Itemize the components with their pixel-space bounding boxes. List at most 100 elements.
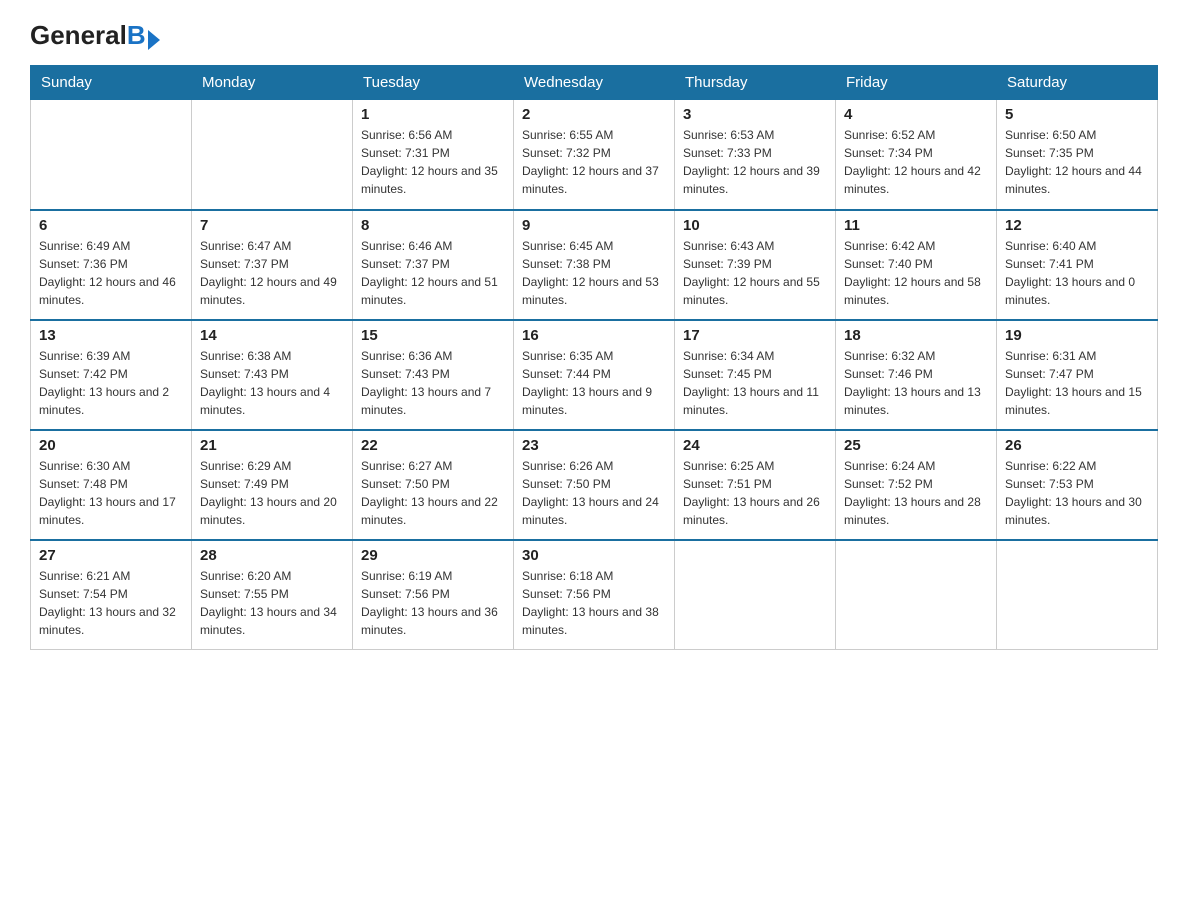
day-number: 23 (522, 437, 666, 454)
calendar-cell: 16 Sunrise: 6:35 AMSunset: 7:44 PMDayligh… (514, 320, 675, 430)
day-info: Sunrise: 6:55 AMSunset: 7:32 PMDaylight:… (522, 126, 666, 198)
day-number: 11 (844, 217, 988, 234)
day-info: Sunrise: 6:26 AMSunset: 7:50 PMDaylight:… (522, 457, 666, 529)
day-number: 15 (361, 327, 505, 344)
calendar-cell (836, 540, 997, 650)
calendar-week-row: 27 Sunrise: 6:21 AMSunset: 7:54 PMDayligh… (31, 540, 1158, 650)
day-number: 1 (361, 106, 505, 123)
calendar-cell: 13 Sunrise: 6:39 AMSunset: 7:42 PMDayligh… (31, 320, 192, 430)
day-number: 5 (1005, 106, 1149, 123)
day-number: 29 (361, 547, 505, 564)
day-number: 17 (683, 327, 827, 344)
calendar-header: Sunday Monday Tuesday Wednesday Thursday… (31, 66, 1158, 100)
day-info: Sunrise: 6:47 AMSunset: 7:37 PMDaylight:… (200, 237, 344, 309)
day-info: Sunrise: 6:27 AMSunset: 7:50 PMDaylight:… (361, 457, 505, 529)
calendar-week-row: 13 Sunrise: 6:39 AMSunset: 7:42 PMDayligh… (31, 320, 1158, 430)
day-info: Sunrise: 6:19 AMSunset: 7:56 PMDaylight:… (361, 567, 505, 639)
day-info: Sunrise: 6:38 AMSunset: 7:43 PMDaylight:… (200, 347, 344, 419)
calendar-cell (997, 540, 1158, 650)
day-number: 22 (361, 437, 505, 454)
calendar-cell: 4Sunrise: 6:52 AMSunset: 7:34 PMDaylight… (836, 100, 997, 210)
calendar-cell: 30Sunrise: 6:18 AMSunset: 7:56 PMDayligh… (514, 540, 675, 650)
day-number: 26 (1005, 437, 1149, 454)
day-number: 6 (39, 217, 183, 234)
col-tuesday: Tuesday (353, 66, 514, 100)
day-info: Sunrise: 6:49 AMSunset: 7:36 PMDaylight:… (39, 237, 183, 309)
day-number: 3 (683, 106, 827, 123)
calendar-cell: 6 Sunrise: 6:49 AMSunset: 7:36 PMDaylight… (31, 210, 192, 320)
day-info: Sunrise: 6:24 AMSunset: 7:52 PMDaylight:… (844, 457, 988, 529)
calendar-cell: 5 Sunrise: 6:50 AMSunset: 7:35 PMDaylight… (997, 100, 1158, 210)
calendar-cell: 11Sunrise: 6:42 AMSunset: 7:40 PMDayligh… (836, 210, 997, 320)
col-wednesday: Wednesday (514, 66, 675, 100)
page-header: GeneralB (30, 20, 1158, 47)
col-sunday: Sunday (31, 66, 192, 100)
day-number: 2 (522, 106, 666, 123)
calendar-cell: 7 Sunrise: 6:47 AMSunset: 7:37 PMDaylight… (192, 210, 353, 320)
calendar-cell: 18 Sunrise: 6:32 AMSunset: 7:46 PMDayligh… (836, 320, 997, 430)
day-info: Sunrise: 6:56 AMSunset: 7:31 PMDaylight:… (361, 126, 505, 198)
day-info: Sunrise: 6:29 AMSunset: 7:49 PMDaylight:… (200, 457, 344, 529)
day-number: 19 (1005, 327, 1149, 344)
day-number: 7 (200, 217, 344, 234)
calendar-cell: 1 Sunrise: 6:56 AMSunset: 7:31 PMDaylight… (353, 100, 514, 210)
calendar-body: 1 Sunrise: 6:56 AMSunset: 7:31 PMDaylight… (31, 100, 1158, 650)
day-info: Sunrise: 6:50 AMSunset: 7:35 PMDaylight:… (1005, 126, 1149, 198)
calendar-cell: 8Sunrise: 6:46 AMSunset: 7:37 PMDaylight… (353, 210, 514, 320)
day-info: Sunrise: 6:22 AMSunset: 7:53 PMDaylight:… (1005, 457, 1149, 529)
calendar-cell: 2 Sunrise: 6:55 AMSunset: 7:32 PMDaylight… (514, 100, 675, 210)
col-monday: Monday (192, 66, 353, 100)
calendar-cell: 22 Sunrise: 6:27 AMSunset: 7:50 PMDayligh… (353, 430, 514, 540)
day-number: 13 (39, 327, 183, 344)
calendar-cell (675, 540, 836, 650)
calendar-cell: 15 Sunrise: 6:36 AMSunset: 7:43 PMDayligh… (353, 320, 514, 430)
day-info: Sunrise: 6:36 AMSunset: 7:43 PMDaylight:… (361, 347, 505, 419)
logo-arrow-icon (148, 30, 160, 50)
day-number: 8 (361, 217, 505, 234)
calendar-cell (192, 100, 353, 210)
logo: GeneralB (30, 20, 160, 47)
logo-blue-b: B (127, 20, 146, 51)
day-number: 24 (683, 437, 827, 454)
col-thursday: Thursday (675, 66, 836, 100)
calendar-week-row: 1 Sunrise: 6:56 AMSunset: 7:31 PMDaylight… (31, 100, 1158, 210)
day-info: Sunrise: 6:30 AMSunset: 7:48 PMDaylight:… (39, 457, 183, 529)
day-number: 30 (522, 547, 666, 564)
logo-text: GeneralB (30, 20, 160, 51)
day-number: 16 (522, 327, 666, 344)
calendar-cell: 27 Sunrise: 6:21 AMSunset: 7:54 PMDayligh… (31, 540, 192, 650)
day-number: 12 (1005, 217, 1149, 234)
calendar-cell: 25 Sunrise: 6:24 AMSunset: 7:52 PMDayligh… (836, 430, 997, 540)
calendar-cell (31, 100, 192, 210)
calendar-cell: 21 Sunrise: 6:29 AMSunset: 7:49 PMDayligh… (192, 430, 353, 540)
calendar-cell: 20Sunrise: 6:30 AMSunset: 7:48 PMDayligh… (31, 430, 192, 540)
day-info: Sunrise: 6:39 AMSunset: 7:42 PMDaylight:… (39, 347, 183, 419)
day-number: 9 (522, 217, 666, 234)
calendar-cell: 29 Sunrise: 6:19 AMSunset: 7:56 PMDayligh… (353, 540, 514, 650)
calendar-cell: 17 Sunrise: 6:34 AMSunset: 7:45 PMDayligh… (675, 320, 836, 430)
calendar-cell: 9 Sunrise: 6:45 AMSunset: 7:38 PMDaylight… (514, 210, 675, 320)
calendar-cell: 23 Sunrise: 6:26 AMSunset: 7:50 PMDayligh… (514, 430, 675, 540)
day-info: Sunrise: 6:32 AMSunset: 7:46 PMDaylight:… (844, 347, 988, 419)
day-info: Sunrise: 6:21 AMSunset: 7:54 PMDaylight:… (39, 567, 183, 639)
day-info: Sunrise: 6:31 AMSunset: 7:47 PMDaylight:… (1005, 347, 1149, 419)
calendar-cell: 14 Sunrise: 6:38 AMSunset: 7:43 PMDayligh… (192, 320, 353, 430)
calendar-cell: 26 Sunrise: 6:22 AMSunset: 7:53 PMDayligh… (997, 430, 1158, 540)
day-info: Sunrise: 6:40 AMSunset: 7:41 PMDaylight:… (1005, 237, 1149, 309)
day-info: Sunrise: 6:35 AMSunset: 7:44 PMDaylight:… (522, 347, 666, 419)
day-number: 25 (844, 437, 988, 454)
calendar-week-row: 20Sunrise: 6:30 AMSunset: 7:48 PMDayligh… (31, 430, 1158, 540)
day-info: Sunrise: 6:43 AMSunset: 7:39 PMDaylight:… (683, 237, 827, 309)
logo-general: General (30, 20, 127, 51)
day-number: 18 (844, 327, 988, 344)
day-number: 14 (200, 327, 344, 344)
day-info: Sunrise: 6:25 AMSunset: 7:51 PMDaylight:… (683, 457, 827, 529)
calendar-table: Sunday Monday Tuesday Wednesday Thursday… (30, 65, 1158, 650)
calendar-cell: 24 Sunrise: 6:25 AMSunset: 7:51 PMDayligh… (675, 430, 836, 540)
day-info: Sunrise: 6:34 AMSunset: 7:45 PMDaylight:… (683, 347, 827, 419)
day-number: 21 (200, 437, 344, 454)
header-row: Sunday Monday Tuesday Wednesday Thursday… (31, 66, 1158, 100)
day-info: Sunrise: 6:45 AMSunset: 7:38 PMDaylight:… (522, 237, 666, 309)
day-number: 27 (39, 547, 183, 564)
day-info: Sunrise: 6:53 AMSunset: 7:33 PMDaylight:… (683, 126, 827, 198)
